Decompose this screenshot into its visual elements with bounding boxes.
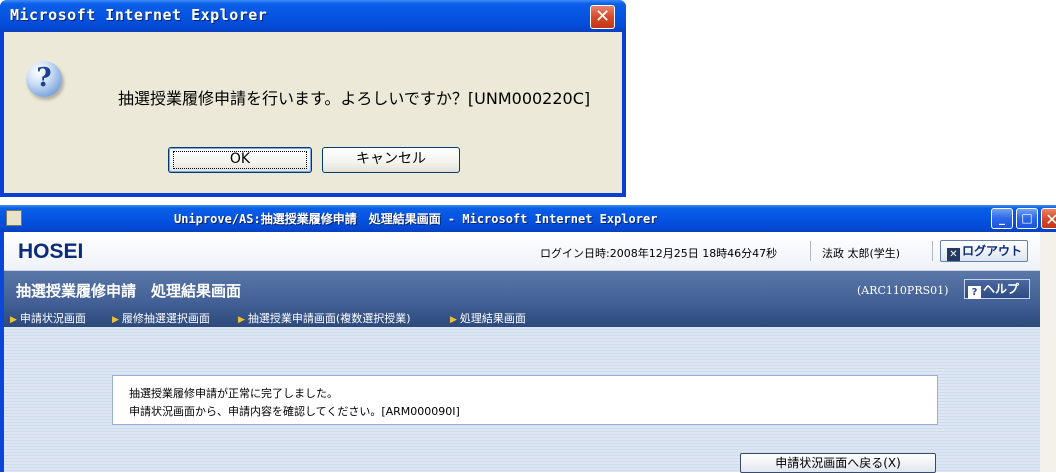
help-button[interactable]: ? ヘルプ [964, 279, 1030, 299]
help-label: ヘルプ [983, 282, 1020, 296]
logout-button[interactable]: ✕ ログアウト [940, 240, 1028, 262]
back-to-status-button[interactable]: 申請状況画面へ戻る(X) [740, 453, 936, 473]
user-name: 法政 太郎(学生) [822, 247, 901, 260]
login-datetime: ログイン日時:2008年12月25日 18時46分47秒 [540, 247, 778, 260]
confirm-dialog: Microsoft Internet Explorer ✕ ? 抽選授業履修申請… [0, 0, 626, 197]
arrow-right-icon: ▶ [450, 315, 457, 325]
dialog-body: ? 抽選授業履修申請を行います。よろしいですか？[UNM000220C] OK … [4, 32, 622, 193]
ie-app-icon [6, 210, 22, 226]
header-divider [932, 241, 933, 261]
browser-page: HOSEI ログイン日時:2008年12月25日 18時46分47秒 法政 太郎… [4, 232, 1056, 473]
dialog-close-button[interactable]: ✕ [590, 5, 615, 29]
result-message-box: 抽選授業履修申請が正常に完了しました。 申請状況画面から、申請内容を確認してくだ… [112, 375, 938, 425]
breadcrumb-item[interactable]: ▶ 抽選授業申請画面(複数選択授業) [238, 310, 411, 326]
breadcrumb-label: 履修抽選選択画面 [121, 312, 210, 325]
arrow-right-icon: ▶ [238, 315, 245, 325]
dialog-titlebar[interactable]: Microsoft Internet Explorer ✕ [0, 0, 626, 32]
breadcrumb-item[interactable]: ▶ 申請状況画面 [10, 310, 86, 326]
breadcrumb-label: 申請状況画面 [19, 312, 86, 325]
breadcrumb-label: 処理結果画面 [459, 312, 526, 325]
maximize-button[interactable]: □ [1016, 208, 1038, 229]
cancel-button[interactable]: キャンセル [322, 147, 460, 173]
header-divider [810, 241, 811, 261]
help-icon: ? [968, 286, 981, 299]
screen-id: (ARC110PRS01) [857, 284, 949, 297]
dialog-title: Microsoft Internet Explorer [10, 6, 268, 24]
browser-titlebar[interactable]: Uniprove/AS:抽選授業履修申請 処理結果画面 - Microsoft … [0, 205, 1056, 232]
logout-icon: ✕ [947, 248, 960, 261]
page-title-bar: 抽選授業履修申請 処理結果画面 (ARC110PRS01) ? ヘルプ [4, 271, 1040, 307]
breadcrumb-item[interactable]: ▶ 履修抽選選択画面 [112, 310, 210, 326]
site-header: HOSEI ログイン日時:2008年12月25日 18時46分47秒 法政 太郎… [4, 232, 1040, 271]
breadcrumb-label: 抽選授業申請画面(複数選択授業) [247, 312, 411, 325]
result-message-line: 申請状況画面から、申請内容を確認してください。[ARM000090I] [129, 405, 460, 418]
result-message-line: 抽選授業履修申請が正常に完了しました。 [129, 387, 338, 400]
browser-close-button[interactable]: ✕ [1041, 208, 1056, 229]
arrow-right-icon: ▶ [112, 315, 119, 325]
logout-label: ログアウト [962, 244, 1023, 258]
arrow-right-icon: ▶ [10, 315, 17, 325]
vertical-scrollbar[interactable] [1040, 232, 1056, 472]
hosei-logo: HOSEI [18, 240, 84, 263]
browser-title: Uniprove/AS:抽選授業履修申請 処理結果画面 - Microsoft … [174, 212, 658, 226]
dialog-message: 抽選授業履修申請を行います。よろしいですか？[UNM000220C] [118, 89, 591, 108]
page-title: 抽選授業履修申請 処理結果画面 [16, 282, 242, 300]
breadcrumb: ▶ 申請状況画面 ▶ 履修抽選選択画面 ▶ 抽選授業申請画面(複数選択授業) ▶ 処理結… [4, 307, 1040, 327]
ok-button[interactable]: OK [168, 147, 312, 173]
question-icon: ? [26, 61, 62, 97]
cancel-button-label: キャンセル [356, 151, 426, 167]
breadcrumb-item[interactable]: ▶ 処理結果画面 [450, 310, 526, 326]
focus-ring [173, 151, 307, 169]
content-area: 抽選授業履修申請が正常に完了しました。 申請状況画面から、申請内容を確認してくだ… [4, 327, 1040, 473]
minimize-button[interactable]: _ [991, 208, 1013, 229]
